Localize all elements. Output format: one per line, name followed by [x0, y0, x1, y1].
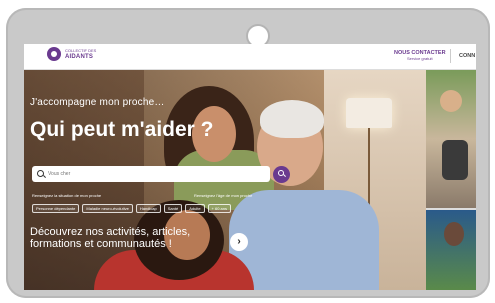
chip-personne-dependante[interactable]: Personne dépendante — [32, 204, 80, 213]
logo-icon — [47, 47, 61, 61]
login-button[interactable]: CONN — [459, 53, 475, 59]
search-button-icon — [278, 170, 284, 176]
chip-adulte[interactable]: Adulte — [185, 204, 205, 213]
search-icon — [37, 170, 44, 177]
chip-maladie-neuro[interactable]: Maladie neuro-évolutive — [82, 204, 133, 213]
filter-chips: Personne dépendante Maladie neuro-évolut… — [32, 204, 232, 213]
logo-big-text: AIDANTS — [65, 54, 94, 60]
site-logo[interactable]: COLLECTIF DES AIDANTS — [47, 47, 96, 61]
elderly-man-hair — [260, 100, 324, 138]
thumbnail-wheelchair[interactable] — [426, 70, 476, 208]
contact-subtitle: Service gratuit — [406, 56, 433, 61]
search-input[interactable] — [48, 166, 263, 182]
thumbnail-face — [444, 222, 464, 246]
logo-text: COLLECTIF DES AIDANTS — [65, 47, 96, 61]
logo-small-text: COLLECTIF DES — [65, 48, 97, 53]
thumbnail-person — [440, 90, 462, 112]
side-thumbnails — [426, 70, 476, 290]
lamp-shade — [346, 98, 392, 128]
search-bar[interactable] — [32, 166, 270, 182]
chip-sante[interactable]: Santé — [163, 204, 183, 213]
site-header: COLLECTIF DES AIDANTS NOUS CONTACTER Ser… — [24, 44, 476, 70]
hero-subtitle: J'accompagne mon proche… — [30, 97, 165, 108]
hero-banner: J'accompagne mon proche… Qui peut m'aide… — [24, 70, 426, 290]
hero-title: Qui peut m'aider ? — [30, 118, 214, 141]
chevron-right-icon[interactable]: › — [230, 233, 248, 251]
search-button[interactable] — [273, 166, 290, 183]
contact-link[interactable]: NOUS CONTACTER Service gratuit — [394, 50, 446, 62]
chip-60-ans[interactable]: + 60 ans — [207, 204, 232, 213]
situation-filter-label: Renseignez la situation de mon proche — [32, 193, 102, 198]
elderly-man-body — [229, 190, 379, 290]
thumbnail-wheelchair-shape — [442, 140, 468, 180]
chip-handicap[interactable]: Handicap — [135, 204, 161, 213]
age-filter-label: Renseignez l'âge de mon proche — [194, 193, 253, 198]
tablet-screen: COLLECTIF DES AIDANTS NOUS CONTACTER Ser… — [24, 44, 476, 290]
discover-text: Découvrez nos activités, articles, forma… — [30, 226, 191, 250]
header-divider — [450, 49, 451, 63]
thumbnail-portrait[interactable] — [426, 210, 476, 290]
